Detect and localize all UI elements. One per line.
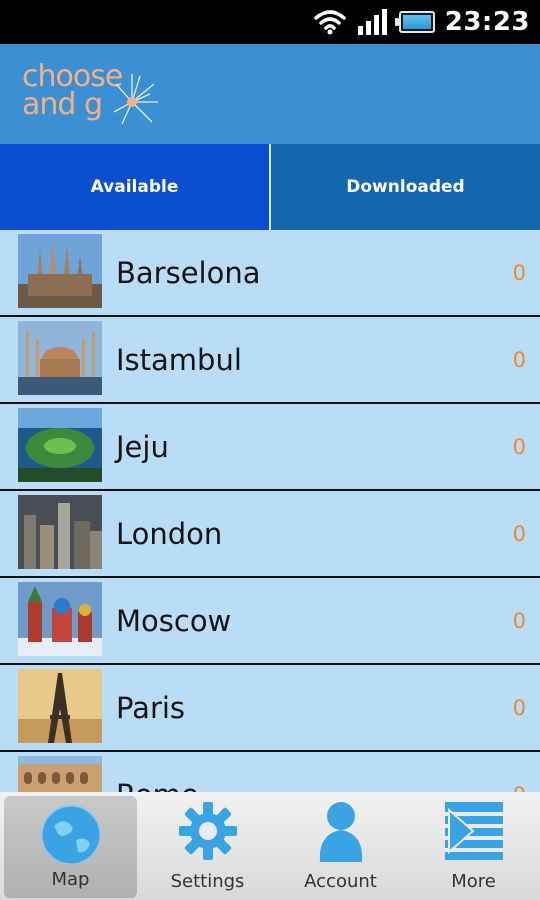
moscow-thumbnail (18, 582, 102, 656)
nav-account-button[interactable]: Account (274, 792, 407, 900)
istambul-thumbnail (18, 321, 102, 395)
list-item-istambul[interactable]: Istambul 0 (0, 317, 540, 404)
list-item-jeju[interactable]: Jeju 0 (0, 404, 540, 491)
city-name: Jeju (116, 429, 169, 464)
city-name: Paris (116, 690, 186, 725)
list-item-rome[interactable]: Rome 0 (0, 752, 540, 792)
nav-map-label: Map (51, 869, 90, 890)
download-count: 0 (512, 608, 526, 633)
logo-text-line2: and g (22, 87, 103, 122)
london-thumbnail (18, 495, 102, 569)
city-list[interactable]: Barselona 0 Istambul 0 Jeju 0 London 0 M… (0, 230, 540, 792)
tab-bar: Available Downloaded (0, 144, 540, 230)
download-count: 0 (512, 695, 526, 720)
list-item-barselona[interactable]: Barselona 0 (0, 230, 540, 317)
list-item-moscow[interactable]: Moscow 0 (0, 578, 540, 665)
jeju-thumbnail (18, 408, 102, 482)
paris-thumbnail (18, 669, 102, 743)
city-name: London (116, 516, 223, 551)
city-name: Istambul (116, 342, 242, 377)
status-bar: 23:23 (0, 0, 540, 44)
nav-map-button[interactable]: Map (4, 796, 137, 898)
city-name: Rome (116, 752, 199, 793)
nav-more-label: More (451, 871, 496, 892)
nav-more-button[interactable]: More (407, 792, 540, 900)
barselona-thumbnail (18, 234, 102, 308)
person-icon (316, 800, 366, 868)
nav-settings-label: Settings (170, 871, 245, 892)
globe-icon (40, 804, 102, 870)
download-count: 0 (512, 260, 526, 285)
wifi-icon (313, 8, 347, 36)
tab-available-label: Available (90, 177, 179, 197)
status-icons: 23:23 (313, 0, 530, 44)
status-clock: 23:23 (444, 7, 530, 37)
tab-downloaded[interactable]: Downloaded (269, 144, 540, 230)
download-count: 0 (512, 521, 526, 546)
tab-available[interactable]: Available (0, 144, 269, 230)
app-logo: choose and g (22, 52, 162, 138)
list-item-london[interactable]: London 0 (0, 491, 540, 578)
dandelion-icon (110, 72, 160, 132)
download-count: 0 (512, 434, 526, 459)
gear-icon (177, 800, 239, 866)
nav-settings-button[interactable]: Settings (141, 792, 274, 900)
signal-icon (357, 8, 389, 36)
city-name: Barselona (116, 255, 261, 290)
download-count: 0 (513, 752, 526, 793)
tab-downloaded-label: Downloaded (346, 177, 465, 197)
city-name: Moscow (116, 603, 232, 638)
battery-icon (394, 11, 435, 33)
nav-account-label: Account (304, 871, 377, 892)
app-header: choose and g (0, 44, 540, 144)
list-item-paris[interactable]: Paris 0 (0, 665, 540, 752)
bottom-navigation: Map Settings Account More (0, 792, 540, 900)
rome-thumbnail (18, 756, 102, 792)
download-count: 0 (512, 347, 526, 372)
more-icon (443, 800, 505, 866)
